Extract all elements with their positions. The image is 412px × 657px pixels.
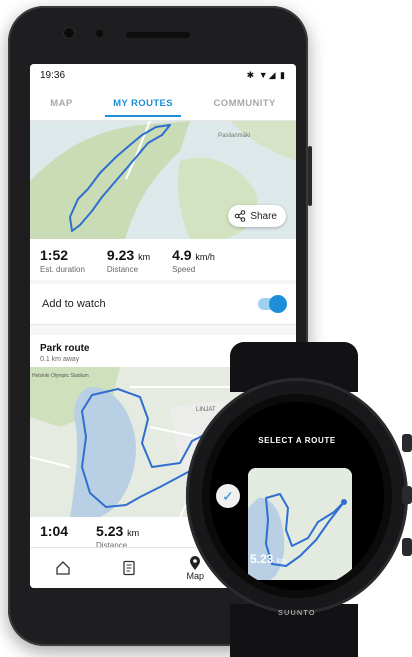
route-map-preview[interactable]: Pasilanmäki Share — [30, 121, 296, 239]
power-button — [308, 146, 312, 206]
stat-distance: 9.23 km Distance — [107, 247, 150, 274]
stat-speed-value: 4.9 — [172, 247, 192, 263]
nav-diary[interactable] — [122, 560, 136, 576]
park-stat-distance-unit: km — [127, 528, 140, 538]
front-camera — [64, 28, 74, 38]
share-icon — [235, 210, 246, 222]
stat-distance-unit: km — [138, 252, 151, 262]
watch-distance: 5.23 km — [250, 552, 286, 566]
stat-distance-value: 9.23 — [106, 247, 135, 263]
stat-speed: 4.9 km/h Speed — [172, 247, 215, 274]
add-to-watch-toggle[interactable] — [258, 295, 287, 313]
stat-duration: 1:52 Est. duration — [40, 247, 85, 274]
tab-bar: MAP MY ROUTES COMMUNITY — [30, 86, 296, 121]
watch-title: SELECT A ROUTE — [258, 436, 336, 445]
status-icons: ✱ ▼◢ ▮ — [246, 69, 286, 80]
proximity-sensor — [96, 30, 103, 37]
stat-duration-value: 1:52 — [40, 247, 69, 263]
tab-my-routes[interactable]: MY ROUTES — [105, 90, 181, 117]
watch-button-bottom — [402, 538, 412, 556]
share-button[interactable]: Share — [228, 205, 286, 227]
park-stat-duration: 1:04 — [40, 523, 68, 550]
home-icon — [56, 561, 70, 575]
stat-speed-unit: km/h — [195, 252, 215, 262]
route-card-subtitle: 0.1 km away — [40, 356, 80, 363]
status-bar: 19:36 ✱ ▼◢ ▮ — [30, 64, 296, 86]
check-icon[interactable]: ✓ — [216, 484, 240, 508]
smartwatch: SELECT A ROUTE ✓ 5.23 km SUUNTO — [186, 342, 412, 657]
stat-distance-label: Distance — [106, 265, 139, 274]
share-label: Share — [250, 210, 277, 222]
nav-home[interactable] — [55, 560, 71, 576]
route-card-title: Park route — [40, 343, 90, 354]
park-stat-distance-value: 5.23 — [96, 523, 124, 539]
tab-community[interactable]: COMMUNITY — [210, 90, 280, 117]
stat-speed-label: Speed — [172, 265, 196, 274]
park-stat-distance: 5.23 km Distance — [96, 523, 139, 550]
park-stat-duration-value: 1:04 — [40, 523, 69, 539]
watch-distance-unit: km — [276, 558, 287, 565]
watch-button-top — [402, 434, 412, 452]
watch-brand: SUUNTO — [278, 610, 316, 617]
diary-icon — [123, 560, 135, 576]
tab-map[interactable]: MAP — [46, 90, 76, 117]
route-stats: 1:52 Est. duration 9.23 km Distance 4.9 … — [30, 239, 296, 280]
watch-distance-value: 5.23 — [250, 552, 274, 566]
add-to-watch-label: Add to watch — [42, 298, 106, 310]
map-label-stadium: Helsinki Olympic Stadium — [32, 373, 89, 379]
stat-duration-label: Est. duration — [40, 265, 85, 274]
watch-bezel: SELECT A ROUTE ✓ 5.23 km — [202, 394, 392, 598]
status-time: 19:36 — [40, 69, 66, 81]
earpiece-speaker — [126, 32, 190, 38]
map-place-label: Pasilanmäki — [218, 133, 250, 139]
watch-case: SELECT A ROUTE ✓ 5.23 km SUUNTO — [186, 378, 412, 617]
add-to-watch-row: Add to watch — [30, 284, 296, 325]
watch-screen: SELECT A ROUTE ✓ 5.23 km — [210, 402, 384, 590]
watch-button-middle — [402, 486, 412, 504]
